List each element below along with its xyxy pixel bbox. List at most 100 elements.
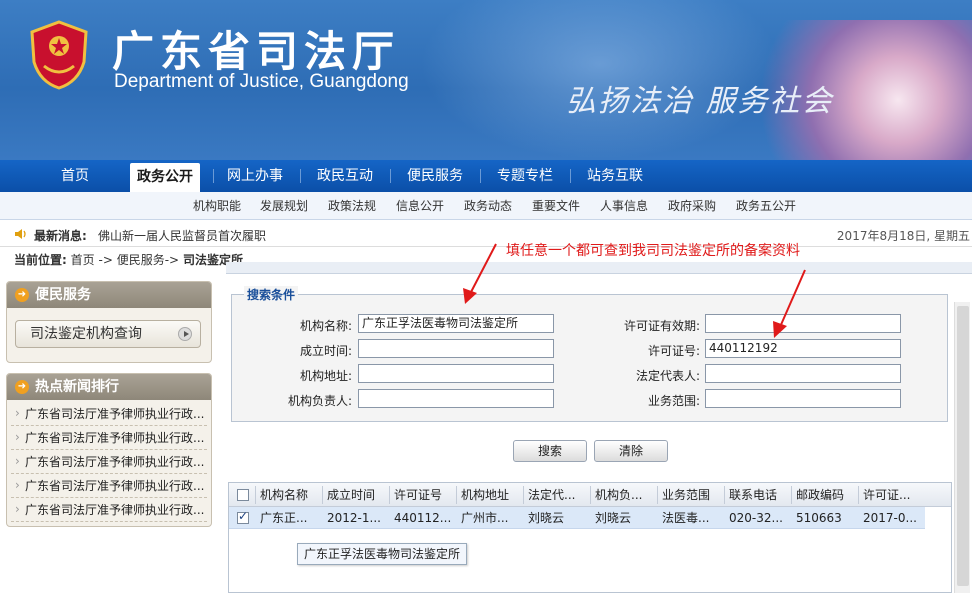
nav-interaction[interactable]: 政民互动 [308,160,382,192]
hot-news-title: 热点新闻排行 [35,379,119,395]
table-cell: 510663 [796,511,842,525]
sub-nav: 机构职能 发展规划 政策法规 信息公开 政务动态 重要文件 人事信息 政府采购 … [0,192,972,220]
speaker-icon [15,229,26,239]
site-banner: 广东省司法厅 Department of Justice, Guangdong … [0,0,972,160]
subnav-item[interactable]: 机构职能 [193,192,241,220]
field-label-org-name: 机构名称: [299,319,352,333]
subnav-item[interactable]: 政务五公开 [736,192,796,220]
breadcrumb-home[interactable]: 首页 [71,253,95,267]
service-box-header: ➜ 便民服务 [7,282,211,308]
annotation-text: 填任意一个都可查到我司司法鉴定所的备案资料 [506,243,800,259]
col-header[interactable]: 法定代... [528,484,588,506]
ticker-headline[interactable]: 佛山新一届人民监督员首次履职 [98,227,266,244]
breadcrumb-label: 当前位置: [14,253,67,267]
subnav-item[interactable]: 政策法规 [328,192,376,220]
panel-title-bar [226,262,972,274]
col-header[interactable]: 成立时间 [327,484,387,506]
breadcrumb: 当前位置: 首页 -> 便民服务-> 司法鉴定所 [14,251,243,268]
clear-button[interactable]: 清除 [594,440,668,462]
table-cell: 020-32... [729,511,783,525]
breadcrumb-level1[interactable]: 便民服务 [117,253,165,267]
field-label-founded: 成立时间: [299,344,352,358]
nav-public-services[interactable]: 便民服务 [398,160,472,192]
main-nav: 首页 政务公开 网上办事 政民互动 便民服务 专题专栏 站务互联 [0,160,972,192]
subnav-item[interactable]: 政府采购 [668,192,716,220]
ticker-label: 最新消息: [34,229,87,243]
hot-news-item[interactable]: 广东省司法厅准予律师执业行政... [11,426,207,450]
org-name-input[interactable]: 广东正孚法医毒物司法鉴定所 [358,314,554,333]
subnav-item[interactable]: 发展规划 [260,192,308,220]
subnav-item[interactable]: 信息公开 [396,192,444,220]
search-conditions: 搜索条件 机构名称: 广东正孚法医毒物司法鉴定所 成立时间: 机构地址: 机构负… [231,286,948,422]
cell-tooltip: 广东正孚法医毒物司法鉴定所 [297,543,468,565]
hot-news-item[interactable]: 广东省司法厅准予律师执业行政... [11,474,207,498]
nav-gov-affairs[interactable]: 政务公开 [130,163,200,192]
nav-online-services[interactable]: 网上办事 [220,160,290,192]
col-header[interactable]: 许可证... [863,484,923,506]
hot-news-item[interactable]: 广东省司法厅准予律师执业行政... [11,402,207,426]
col-header[interactable]: 许可证号 [394,484,454,506]
grid-header: 机构名称 成立时间 许可证号 机构地址 法定代... 机构负... 业务范围 联… [229,483,951,507]
col-header[interactable]: 机构负... [595,484,655,506]
head-input[interactable] [358,389,554,408]
news-ticker: 最新消息: 佛山新一届人民监督员首次履职 2017年8月18日, 星期五 [0,221,972,247]
site-title-cn: 广东省司法厅 [112,27,401,76]
nav-site-links[interactable]: 站务互联 [578,160,652,192]
col-header[interactable]: 机构地址 [461,484,521,506]
play-icon [178,327,192,341]
subnav-item[interactable]: 重要文件 [532,192,580,220]
license-no-input[interactable]: 440112192 [705,339,901,358]
scope-input[interactable] [705,389,901,408]
select-all-checkbox[interactable] [237,489,249,501]
table-cell: 广东正... [260,511,308,525]
judicial-appraisal-query-button[interactable]: 司法鉴定机构查询 [15,320,201,348]
results-grid: 机构名称 成立时间 许可证号 机构地址 法定代... 机构负... 业务范围 联… [228,482,952,593]
field-label-head: 机构负责人: [287,394,352,408]
search-legend: 搜索条件 [244,286,299,303]
table-cell: 刘晓云 [595,511,632,525]
subnav-item[interactable]: 政务动态 [464,192,512,220]
col-header[interactable]: 联系电话 [729,484,789,506]
table-cell: 2017-0... [863,511,917,525]
field-label-license-no: 许可证号: [647,344,700,358]
service-box-title: 便民服务 [35,287,91,303]
search-button[interactable]: 搜索 [513,440,587,462]
subnav-item[interactable]: 人事信息 [600,192,648,220]
col-header[interactable]: 业务范围 [662,484,722,506]
justice-emblem-icon [30,20,88,90]
nav-home[interactable]: 首页 [40,160,110,192]
legal-rep-input[interactable] [705,364,901,383]
col-header[interactable]: 机构名称 [260,484,320,506]
address-input[interactable] [358,364,554,383]
site-slogan: 弘扬法治 服务社会 [566,84,834,119]
table-cell: 广州市... [461,511,509,525]
col-header[interactable]: 邮政编码 [796,484,856,506]
hot-news-box: ➜ 热点新闻排行 广东省司法厅准予律师执业行政... 广东省司法厅准予律师执业行… [6,373,212,527]
arrow-circle-icon: ➜ [15,288,29,302]
license-validity-input[interactable] [705,314,901,333]
field-label-legal-rep: 法定代表人: [635,369,700,383]
ticker-date: 2017年8月18日, 星期五 [836,229,970,243]
hot-news-item[interactable]: 广东省司法厅准予律师执业行政... [11,450,207,474]
table-cell: 法医毒... [662,511,710,525]
hot-news-list: 广东省司法厅准予律师执业行政... 广东省司法厅准予律师执业行政... 广东省司… [7,400,211,524]
hot-news-header: ➜ 热点新闻排行 [7,374,211,400]
table-row[interactable]: 广东正... 2012-1... 440112... 广州市... 刘晓云 刘晓… [229,507,925,529]
breadcrumb-sep: -> [164,253,180,267]
field-label-scope: 业务范围: [647,394,700,408]
site-title-en: Department of Justice, Guangdong [114,71,409,92]
nav-special-topics[interactable]: 专题专栏 [488,160,562,192]
row-checkbox[interactable] [237,509,249,524]
query-button-label: 司法鉴定机构查询 [30,326,142,342]
founded-input[interactable] [358,339,554,358]
table-cell: 刘晓云 [528,511,565,525]
hot-news-item[interactable]: 广东省司法厅准予律师执业行政... [11,498,207,522]
field-label-license-validity: 许可证有效期: [623,319,700,333]
vertical-scrollbar[interactable] [954,302,970,593]
arrow-circle-icon: ➜ [15,380,29,394]
breadcrumb-sep: -> [98,253,113,267]
table-cell: 440112... [394,511,452,525]
table-cell: 2012-1... [327,511,381,525]
service-box: ➜ 便民服务 司法鉴定机构查询 [6,281,212,363]
field-label-address: 机构地址: [299,369,352,383]
